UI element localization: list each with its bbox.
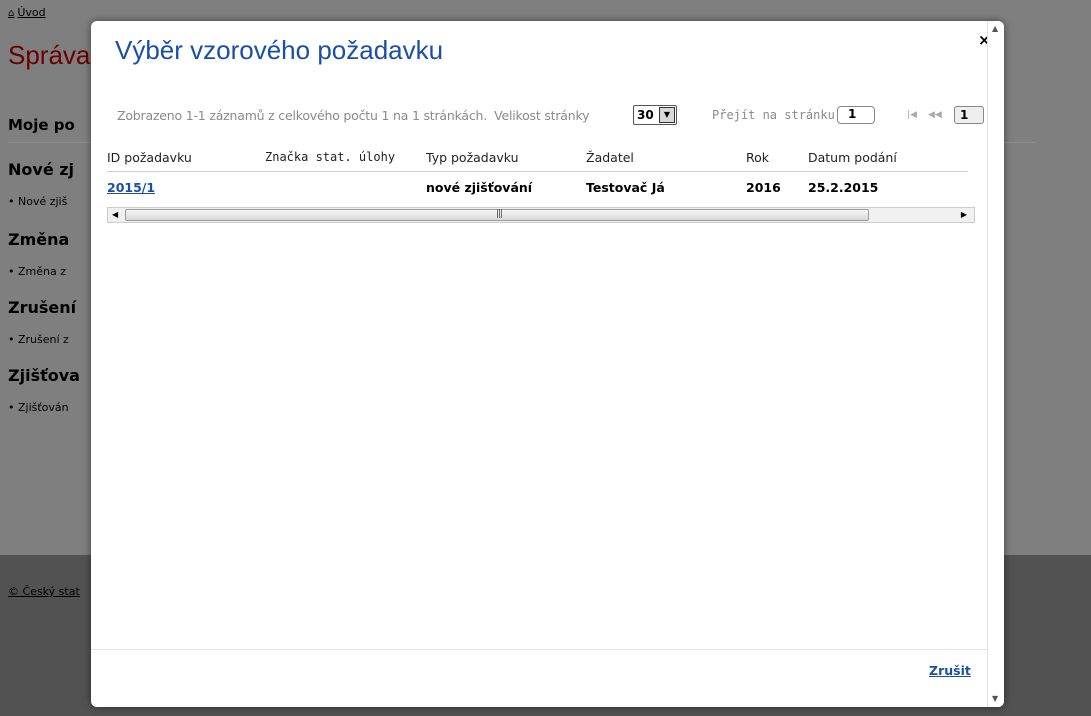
cell-znacka <box>265 172 426 203</box>
horizontal-scrollbar[interactable]: ◀ ||| ▶ <box>107 207 975 223</box>
request-id-link[interactable]: 2015/1 <box>107 180 155 195</box>
section-heading-survey: Zjišťova <box>8 366 80 385</box>
page-size-value: 30 <box>637 108 654 122</box>
list-item-new: • Nové zjiš <box>8 195 68 208</box>
scroll-right-icon[interactable]: ▶ <box>961 210 967 219</box>
dialog-footer-divider <box>91 649 987 650</box>
cell-id[interactable]: 2015/1 <box>107 172 265 203</box>
list-item-change: • Změna z <box>8 265 66 278</box>
column-header-typ[interactable]: Typ požadavku <box>426 143 586 172</box>
breadcrumb: ⌂ Úvod <box>8 6 46 19</box>
list-item-cancel: • Zrušení z <box>8 333 69 346</box>
scroll-up-icon[interactable]: ▲ <box>992 25 998 33</box>
cell-datum: 25.2.2015 <box>808 179 879 195</box>
page-size-label: Velikost stránky <box>494 108 590 123</box>
results-table: ID požadavku Značka stat. úlohy Typ poža… <box>107 143 968 202</box>
section-heading-change: Změna <box>8 230 70 249</box>
column-header-id[interactable]: ID požadavku <box>107 143 265 172</box>
page-title: Správa <box>8 40 91 70</box>
list-item-survey: • Zjišťován <box>8 401 69 414</box>
footer-copyright-link: © Český stat <box>8 585 80 598</box>
table-header-row: ID požadavku Značka stat. úlohy Typ poža… <box>107 143 968 172</box>
cell-rok: 2016 <box>746 179 781 195</box>
pager-toolbar: Zobrazeno 1-1 záznamů z celkového počtu … <box>117 105 984 127</box>
column-header-rok[interactable]: Rok <box>746 143 808 172</box>
goto-page-label: Přejít na stránku <box>712 108 835 122</box>
vertical-scrollbar[interactable]: ▲ ▼ <box>987 21 1004 707</box>
scrollbar-thumb[interactable]: ||| <box>125 209 869 221</box>
column-header-znacka[interactable]: Značka stat. úlohy <box>265 143 426 172</box>
cell-zadatel: Testovač Já <box>586 179 665 195</box>
section-heading-my-requests: Moje po <box>8 116 75 134</box>
section-heading-new: Nové zj <box>8 160 75 179</box>
home-icon: ⌂ <box>8 8 15 19</box>
grip-icon: ||| <box>496 209 503 219</box>
table-row[interactable]: 2015/1 nové zjišťování Testovač Já 2016 … <box>107 172 968 203</box>
pager-info-text: Zobrazeno 1-1 záznamů z celkového počtu … <box>117 108 488 123</box>
goto-page-input[interactable]: 1 <box>837 106 875 124</box>
scroll-down-icon[interactable]: ▼ <box>992 695 998 703</box>
section-heading-cancel: Zrušení <box>8 298 77 317</box>
pager-info: Zobrazeno 1-1 záznamů z celkového počtu … <box>117 108 589 123</box>
breadcrumb-home-link: Úvod <box>17 6 46 19</box>
current-page-button[interactable]: 1 <box>954 106 984 124</box>
column-header-zadatel[interactable]: Žadatel <box>586 143 746 172</box>
cell-typ: nové zjišťování <box>426 179 533 195</box>
select-request-dialog: Výběr vzorového požadavku × ▲ ▼ Zobrazen… <box>91 21 1004 707</box>
first-page-icon[interactable]: |◀ <box>907 110 917 120</box>
chevron-down-icon[interactable]: ▼ <box>659 107 675 123</box>
page-size-select[interactable]: 30 ▼ <box>633 105 677 125</box>
previous-page-icon[interactable]: ◀◀ <box>928 110 942 120</box>
column-header-datum[interactable]: Datum podání <box>808 143 968 172</box>
scroll-left-icon[interactable]: ◀ <box>112 210 118 219</box>
cancel-button[interactable]: Zrušit <box>929 663 971 678</box>
dialog-title: Výběr vzorového požadavku <box>115 35 444 65</box>
